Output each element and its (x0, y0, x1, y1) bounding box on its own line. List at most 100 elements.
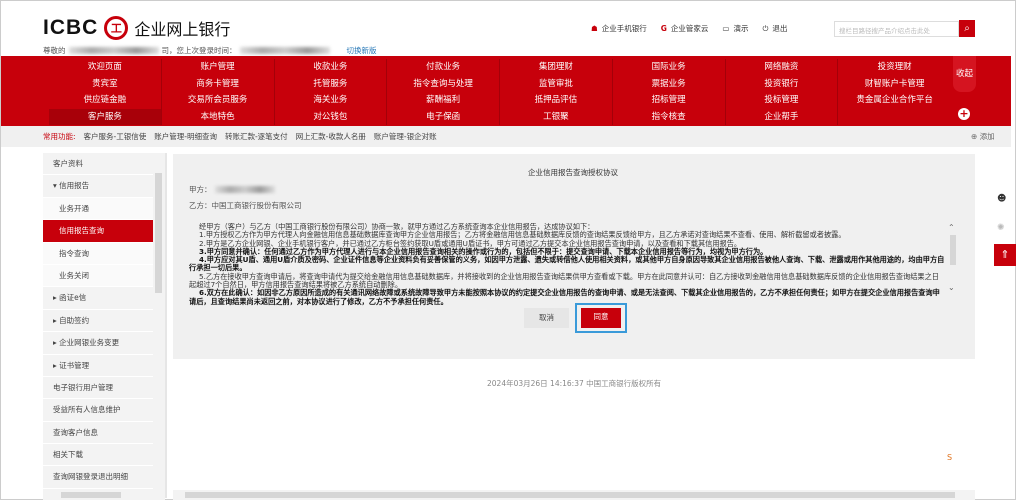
top-links: ☗ 企业手机银行 G 企业管家云 ▭ 演示 ⏻ 退出 (591, 23, 787, 34)
sidebar-item[interactable]: 信用报告查询 (43, 220, 153, 243)
nav-item[interactable]: 企业帮手 (726, 108, 839, 125)
app-title: 企业网上银行 (134, 20, 231, 39)
lightbulb-icon[interactable]: ✺ (997, 223, 1005, 233)
sidebar-item[interactable]: 查询客户信息 (43, 422, 153, 445)
robot-assistant-icon[interactable]: ☻ (997, 194, 1006, 204)
sidebar-item[interactable]: 受益所有人信息维护 (43, 399, 153, 422)
nav-item[interactable]: 抵押品评估 (500, 92, 613, 109)
cloud-icon: G (660, 24, 667, 33)
agree-button[interactable]: 同意 (581, 308, 621, 328)
nav-item[interactable]: 托管服务 (275, 75, 388, 92)
demo-link[interactable]: ▭ 演示 (722, 23, 748, 34)
arrow-up-icon: ⇑ (1000, 248, 1010, 261)
quick-link[interactable]: 客户服务-工银信使 (84, 131, 147, 142)
nav-item[interactable]: 投资理财 (838, 59, 951, 76)
logo: ICBC 工 企业网上银行 (43, 16, 230, 40)
nav-item[interactable]: 账户管理 (162, 59, 275, 76)
add-quick-button[interactable]: ⊕ 添加 (971, 131, 995, 142)
link-label: 企业手机银行 (601, 24, 647, 33)
nav-item[interactable]: 投资银行 (726, 75, 839, 92)
agreement-scrollbar[interactable]: ⌃ ⌄ (948, 223, 958, 307)
agreement-clause: 5.乙方在接收甲方查询申请后，将查询申请代为提交给金融信用信息基础数据库，并将接… (189, 271, 939, 290)
nav-item[interactable]: 供应链金融 (49, 92, 162, 109)
sidebar-item[interactable]: ▸ 自助签约 (43, 310, 153, 333)
sidebar-item[interactable]: ▸ 企业网银业务变更 (43, 332, 153, 355)
logo-text: ICBC (43, 16, 99, 39)
quick-link[interactable]: 账户管理-明细查询 (154, 131, 217, 142)
ime-icon[interactable]: S (947, 453, 952, 462)
search-input[interactable]: 搜栏目路径搜产品介绍点击此处 (834, 21, 959, 37)
nav-item[interactable]: 商务卡管理 (162, 75, 275, 92)
nav-item[interactable]: 欢迎页面 (49, 59, 162, 76)
nav-item[interactable]: 付款业务 (387, 59, 500, 76)
sidebar-item[interactable]: ▸ 函证e信 (43, 287, 153, 310)
nav-item[interactable]: 指令核查 (613, 108, 726, 125)
sidebar-hscrollbar[interactable] (43, 490, 165, 500)
cloud-link[interactable]: G 企业管家云 (661, 23, 709, 34)
nav-item (838, 109, 951, 126)
redacted-time (239, 47, 330, 54)
nav-item[interactable]: 财智账户卡管理 (838, 76, 951, 93)
sidebar-scrollbar[interactable] (153, 153, 165, 490)
switch-version-link[interactable]: 切换新版 (347, 45, 377, 56)
mobile-bank-link[interactable]: ☗ 企业手机银行 (591, 23, 647, 34)
scroll-thumb[interactable] (155, 173, 162, 293)
nav-item[interactable]: 指令查询与处理 (387, 75, 500, 92)
quick-link[interactable]: 转账汇款-逐笔支付 (225, 131, 288, 142)
nav-item[interactable]: 国际业务 (613, 59, 726, 76)
scroll-thumb[interactable] (185, 492, 955, 498)
sidebar-item[interactable]: 电子银行用户管理 (43, 377, 153, 400)
power-icon: ⏻ (762, 24, 769, 33)
cancel-button[interactable]: 取消 (524, 308, 569, 328)
nav-item[interactable]: 本地特色 (162, 108, 275, 125)
agreement-title: 企业信用报告查询授权协议 (528, 168, 618, 177)
nav-item[interactable]: 招标管理 (613, 92, 726, 109)
agreement-text: 经甲方（客户）与乙方（中国工商银行股份有限公司）协商一致，就甲方通过乙方系统查询… (189, 223, 946, 307)
sidebar-toggle-divider[interactable] (165, 153, 167, 498)
redacted-party-a (214, 186, 275, 193)
nav-item[interactable]: 交易所会员服务 (162, 92, 275, 109)
nav-item[interactable]: 监管审批 (500, 75, 613, 92)
sidebar-item[interactable]: 查询网银登录退出明细 (43, 466, 153, 489)
nav-item[interactable]: 对公钱包 (275, 108, 388, 125)
logout-link[interactable]: ⏻ 退出 (762, 23, 787, 34)
search-button[interactable]: ⌕ (959, 20, 975, 37)
sidebar-item[interactable]: 指令查询 (43, 242, 153, 265)
nav-item[interactable]: 集团理财 (500, 59, 613, 76)
sidebar-item[interactable]: 客户资料 (43, 153, 153, 176)
collapse-button[interactable]: 收起 (953, 56, 976, 92)
redacted-company (68, 47, 159, 54)
nav-item[interactable]: 电子保函 (387, 108, 500, 125)
icbc-seal-icon: 工 (104, 16, 129, 40)
scroll-down-icon[interactable]: ⌄ (948, 283, 955, 292)
add-label: 添加 (979, 132, 995, 141)
nav-item[interactable]: 网络融资 (726, 59, 839, 76)
quick-label: 常用功能: (43, 132, 76, 141)
sidebar-item[interactable]: ▸ 证书管理 (43, 355, 153, 377)
party-a-label: 甲方： (189, 185, 212, 194)
nav-item[interactable]: 海关业务 (275, 92, 388, 109)
greeting-suffix: 司，您上次登录时间： (161, 46, 237, 55)
nav-item[interactable]: 薪酬福利 (387, 92, 500, 109)
back-to-top-button[interactable]: ⇑ (994, 244, 1016, 266)
quick-link[interactable]: 网上汇款-收款人名册 (296, 131, 366, 142)
nav-item[interactable]: 工银聚 (500, 108, 613, 125)
nav-item[interactable]: 贵金属企业合作平台 (838, 92, 951, 109)
sidebar-item[interactable]: ▾ 信用报告 (43, 175, 153, 198)
sidebar-item[interactable]: 业务开通 (43, 197, 153, 221)
add-nav-icon[interactable]: + (958, 108, 970, 120)
sidebar: 客户资料 ▾ 信用报告 业务开通 信用报告查询 指令查询 业务关闭 ▸ 函证e信 ▸ 自助签约… (43, 153, 153, 490)
nav-item[interactable]: 贵宾室 (49, 75, 162, 92)
nav-item[interactable]: 客户服务 (49, 108, 162, 125)
scroll-thumb[interactable] (950, 235, 956, 265)
content-hscrollbar[interactable] (173, 490, 975, 500)
nav-item[interactable]: 收款业务 (275, 59, 388, 76)
sidebar-item[interactable]: 相关下载 (43, 444, 153, 467)
sidebar-item[interactable]: 业务关闭 (43, 264, 153, 288)
nav-item[interactable]: 票据业务 (613, 75, 726, 92)
nav-grid: 欢迎页面 账户管理 收款业务 付款业务 集团理财 国际业务 网络融资 投资理财贵宾室 商务卡管理… (49, 59, 951, 125)
scroll-up-icon[interactable]: ⌃ (948, 223, 958, 232)
scroll-thumb[interactable] (61, 492, 121, 498)
nav-item[interactable]: 投标管理 (726, 92, 839, 109)
quick-link[interactable]: 账户管理-银企对账 (374, 131, 437, 142)
